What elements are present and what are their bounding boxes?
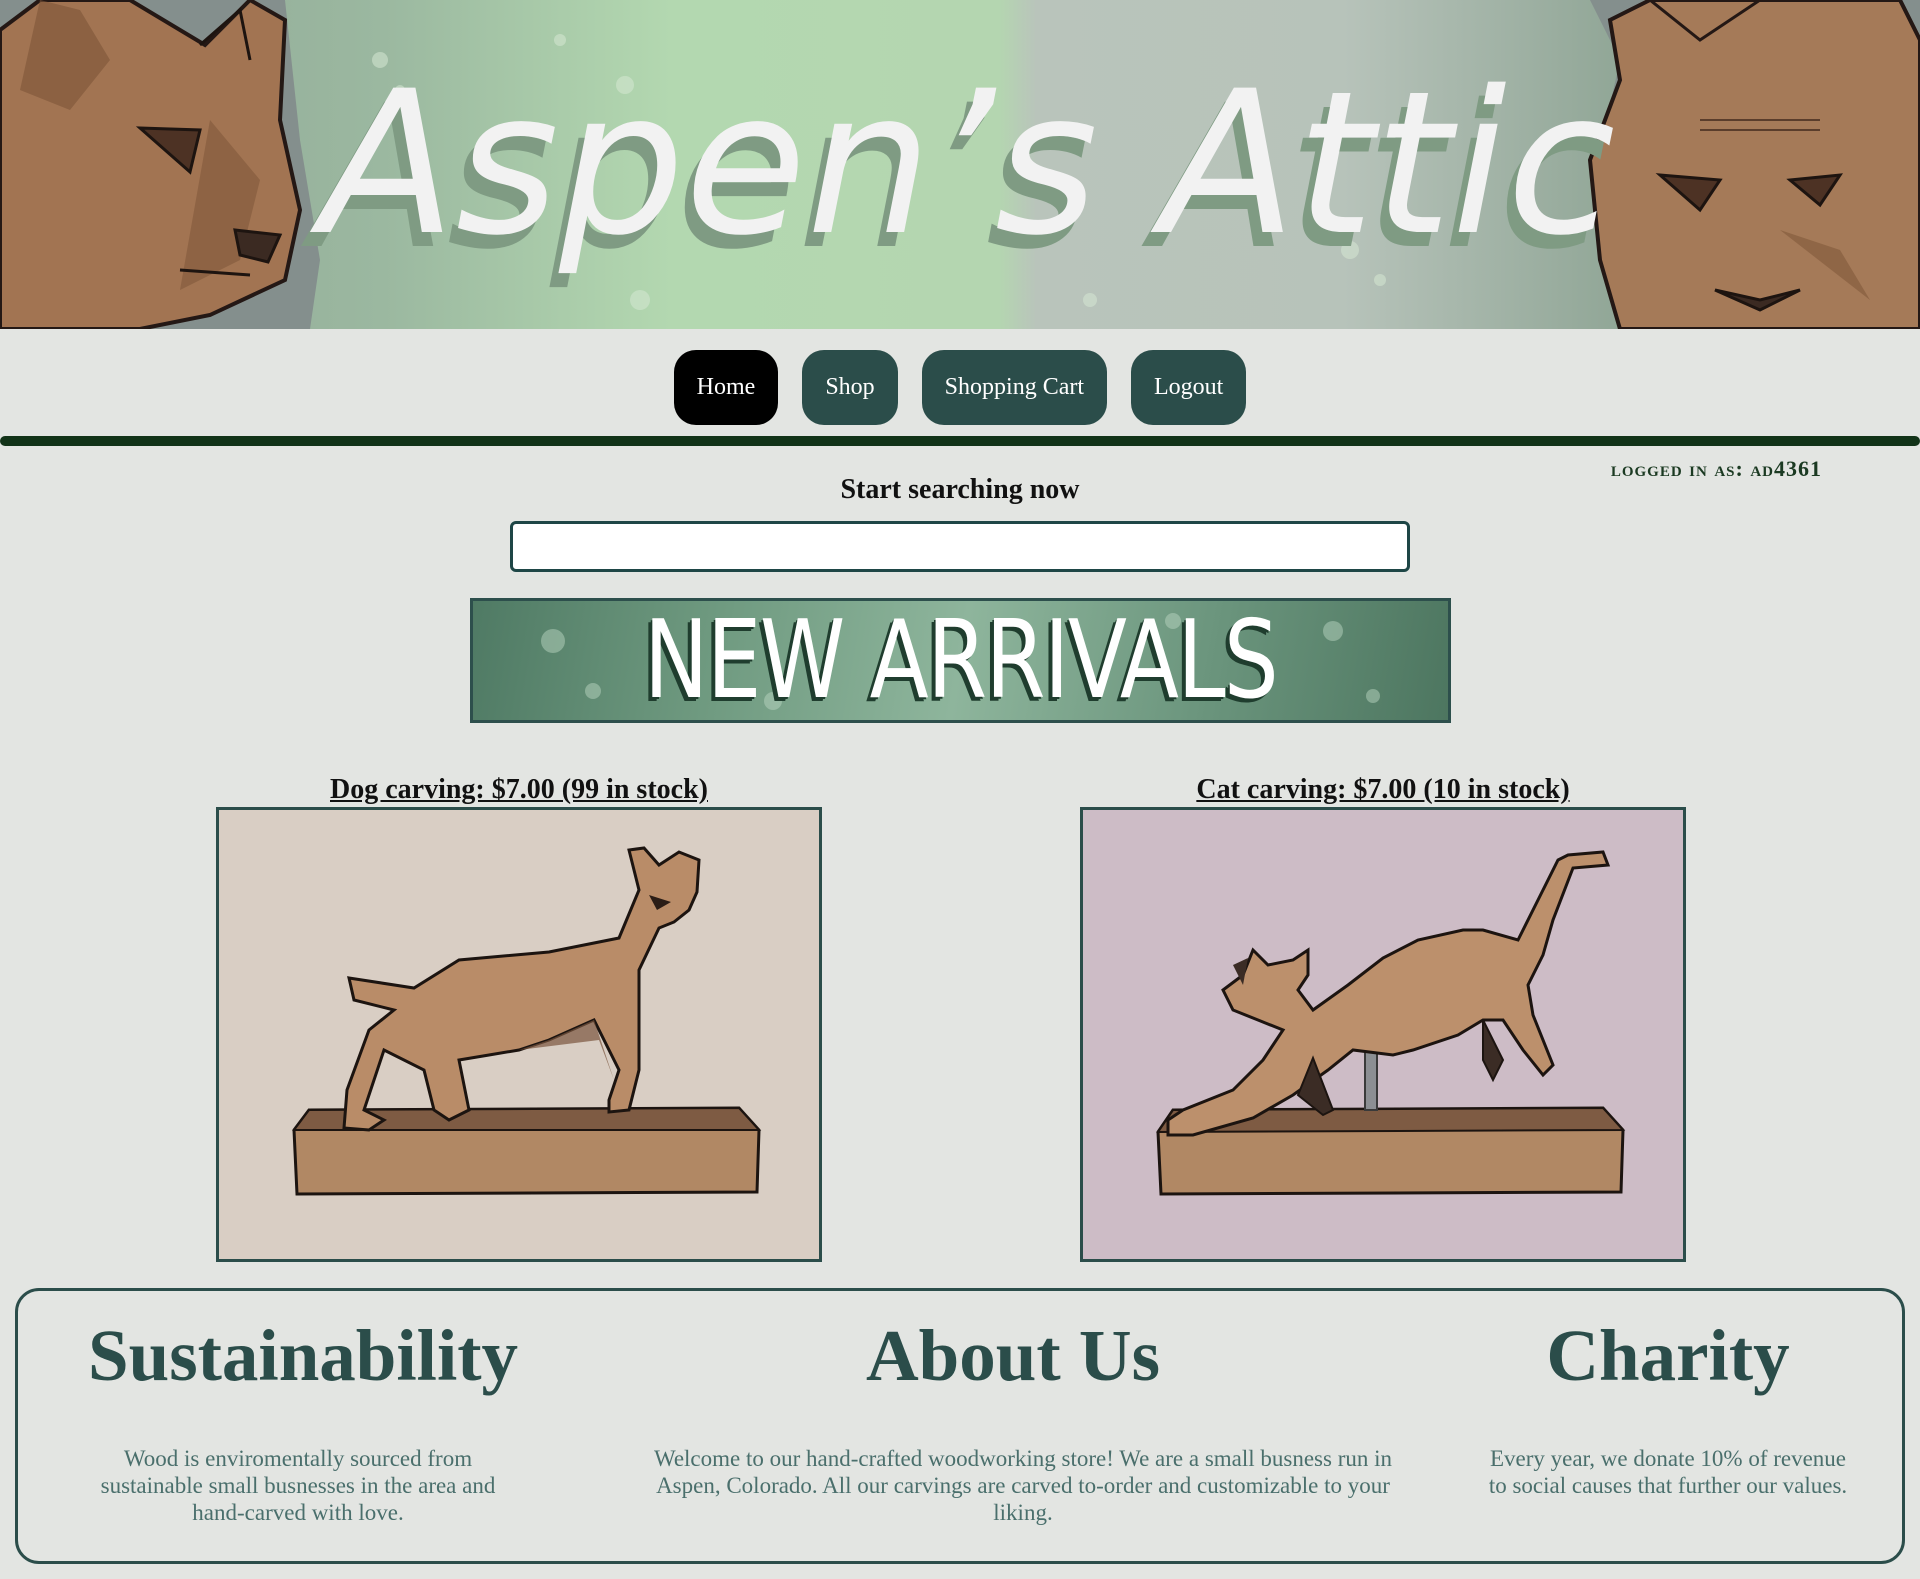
search-input[interactable]	[510, 521, 1410, 572]
sustainability-heading: Sustainability	[88, 1315, 519, 1396]
nav-logout-button[interactable]: Logout	[1131, 350, 1247, 425]
cat-carving-image	[1156, 850, 1626, 1196]
product-image-cat[interactable]	[1080, 807, 1686, 1262]
new-arrivals-banner: NEW ARRIVALS	[470, 598, 1451, 723]
right-cat-carving	[1587, 0, 1920, 329]
about-text: Welcome to our hand-crafted woodworking …	[653, 1446, 1393, 1525]
search-label: Start searching now	[840, 474, 1080, 505]
charity-text: Every year, we donate 10% of revenue to …	[1488, 1446, 1848, 1498]
charity-column: Charity	[1478, 1319, 1858, 1392]
header-banner: Aspen’s Attic Aspen’s Attic	[0, 0, 1920, 329]
dog-carving-image	[292, 846, 762, 1196]
about-heading: About Us	[865, 1315, 1161, 1396]
new-arrivals-text: NEW ARRIVALS	[643, 598, 1279, 723]
nav-home-button[interactable]: Home	[673, 350, 779, 425]
nav-shopping-cart-button[interactable]: Shopping Cart	[921, 350, 1108, 425]
nav-divider	[0, 436, 1920, 446]
product-title-cat[interactable]: Cat carving: $7.00 (10 in stock)	[1080, 774, 1686, 806]
product-image-dog[interactable]	[216, 807, 822, 1262]
nav-shop-button[interactable]: Shop	[802, 350, 898, 425]
left-cat-carving	[0, 0, 320, 329]
banner-artwork: Aspen’s Attic Aspen’s Attic	[0, 0, 1920, 329]
product-title-dog[interactable]: Dog carving: $7.00 (99 in stock)	[216, 774, 822, 806]
sustainability-text: Wood is enviromentally sourced from sust…	[100, 1446, 496, 1525]
main-nav: Home Shop Shopping Cart Logout	[0, 350, 1920, 425]
charity-heading: Charity	[1546, 1315, 1790, 1396]
site-title: Aspen’s Attic	[309, 48, 1615, 279]
about-column: About Us	[633, 1319, 1393, 1392]
info-section: Sustainability Wood is enviromentally so…	[15, 1288, 1905, 1564]
sustainability-column: Sustainability	[88, 1315, 519, 1396]
